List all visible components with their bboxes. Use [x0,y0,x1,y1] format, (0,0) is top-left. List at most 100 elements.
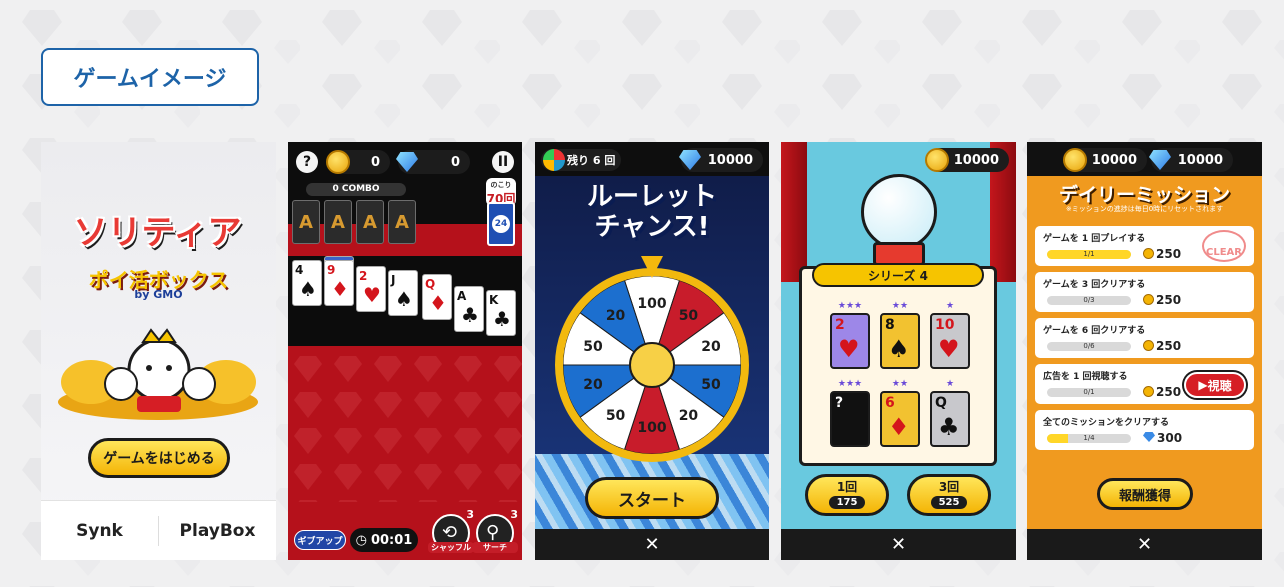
foundation-pile-2[interactable]: A [324,200,352,244]
bottom-controls: ギブアップ ◷ 00:01 ⟲ 3 シャッフル ⚲ 3 サーチ [288,508,522,560]
mission-progress-bar: 0/1 [1047,388,1131,397]
search-button[interactable]: ⚲ 3 サーチ [472,508,518,553]
card-suit-icon: ♠ [888,335,910,363]
gacha-card: ★★ 6 ♦ [880,379,920,447]
pause-button[interactable]: II [492,151,514,173]
card-suit-icon: ♦ [429,291,447,315]
card-rank: J [391,273,396,287]
combo-counter: 0 COMBO [306,183,406,196]
playbox-logo: PlayBox [179,520,256,541]
card-suit-icon: ♣ [461,303,479,327]
draw-three-label: 3回 [938,480,960,494]
claim-reward-button[interactable]: 報酬獲得 [1097,478,1193,510]
shuffle-label: シャッフル [428,542,474,553]
wheel-center-mascot [629,342,675,388]
foundation-pile-3[interactable]: A [356,200,384,244]
tableau-card[interactable]: 4 ♠ [292,260,322,306]
close-button[interactable]: ✕ [781,529,1016,560]
gem-counter: 0 [396,150,470,174]
screenshot-solitaire-gameplay: ? 0 0 II 0 COMBO A A A A のこり 70回 24 4 ♠ 9 ♦… [288,142,522,560]
roulette-wheel[interactable]: 1005020502010050205020 [555,268,749,462]
mission-item: ゲームを 6 回クリアする 0/6 250 [1035,318,1254,358]
foundation-pile-4[interactable]: A [388,200,416,244]
close-button[interactable]: ✕ [1027,529,1262,560]
gem-amount: 10000 [707,152,753,168]
start-game-button[interactable]: ゲームをはじめる [88,438,230,478]
wheel-value-label: 50 [701,377,721,393]
gem-amount: 10000 [1177,152,1223,168]
card-suit-icon: ♥ [363,283,381,307]
coin-icon [925,148,949,172]
wheel-value-label: 20 [701,339,721,355]
draw-once-button[interactable]: 1回 175 [805,474,889,516]
tableau-card[interactable]: A ♣ [454,286,484,332]
mission-reward-amount: 250 [1156,385,1182,399]
giveup-button[interactable]: ギブアップ [294,530,346,550]
foundation-pile-1[interactable]: A [292,200,320,244]
curtain-left [781,142,807,282]
mission-progress-text: 1/4 [1083,434,1095,442]
gacha-card: ★★★? [830,379,870,447]
coin-icon [1063,148,1087,172]
mission-reward-amount: 250 [1156,247,1182,261]
card-rank: 8 [885,317,895,333]
card-rank: Q [935,395,947,411]
mission-reward-amount: 250 [1156,293,1182,307]
wheel-value-label: 20 [583,377,603,393]
tableau-card[interactable]: 9 ♦ [324,260,354,306]
gacha-card: ★★★ 2 ♥ [830,301,870,369]
search-label: サーチ [472,542,518,553]
mission-title: 全てのミッションをクリアする [1043,418,1170,428]
card-suit-icon: ♥ [938,335,960,363]
screenshot-roulette-chance: 残り 6 回 10000 ルーレット チャンス! 100 50 20 50 20 100 5… [535,142,769,560]
close-button[interactable]: ✕ [535,529,769,560]
watch-ad-button[interactable]: ▶ 視聴 [1184,372,1246,398]
gacha-machine-globe [861,174,937,250]
mission-reward: 250 [1143,247,1181,261]
series-panel: シリーズ 4 ★★★ 2 ♥ ★★ 8 ♠ ★ 10 ♥ ★★★? ★★ 6 ♦ ★ Q ♣ [799,263,997,466]
coin-amount: 10000 [953,152,999,168]
gacha-card: ★ Q ♣ [930,379,970,447]
card-rank: A [457,289,467,303]
gem-icon [679,150,701,170]
coin-amount: 0 [370,154,380,170]
card-rank: ? [835,395,844,411]
gem-amount: 0 [450,154,460,170]
watch-ad-label: 視聴 [1207,378,1232,393]
gem-icon [1149,150,1171,170]
footer-logos: Synk PlayBox [41,500,276,560]
wheel-value-label: 20 [606,308,626,324]
card-rank: 2 [359,269,368,283]
tableau-card[interactable]: J ♠ [388,270,418,316]
mission-reward: 250 [1143,293,1181,307]
spin-start-button[interactable]: スタート [585,477,719,519]
wheel-value-label: 50 [679,308,699,324]
coin-icon [1143,248,1154,259]
mission-progress-text: 1/1 [1083,250,1095,258]
mission-progress-bar: 0/6 [1047,342,1131,351]
stock-deck[interactable]: 24 [487,202,515,246]
wheel-value-label: 50 [606,408,626,424]
mission-item: 全てのミッションをクリアする 1/4 300 [1035,410,1254,450]
mission-progress-bar: 0/3 [1047,296,1131,305]
remaining-spins-text: 残り 6 回 [567,154,616,167]
daily-mission-title: デイリーミッション [1058,184,1230,206]
screenshot-daily-mission: 10000 10000 デイリーミッション ※ミッションの進捗は毎日0時にリセッ… [1027,142,1262,560]
wheel-value-label: 50 [583,339,603,355]
wheel-value-label: 100 [637,420,666,436]
gem-counter: 10000 [1149,148,1233,172]
tableau-card[interactable]: 2 ♥ [356,266,386,312]
help-button[interactable]: ? [296,151,318,173]
tableau-card[interactable]: Q ♦ [422,274,452,320]
screenshot-card-gacha: 10000 シリーズ 4 ★★★ 2 ♥ ★★ 8 ♠ ★ 10 ♥ ★★★? ★★ 6 ♦ ★ Q ♣ 1回… [781,142,1016,560]
shuffle-button[interactable]: ⟲ 3 シャッフル [428,508,474,553]
card-rank: 2 [835,317,845,333]
tableau-card[interactable]: K ♣ [486,290,516,336]
remaining-spins: 残り 6 回 [541,149,621,171]
gacha-card: ★ 10 ♥ [930,301,970,369]
clear-stamp: CLEAR [1202,230,1246,262]
card-rank: 6 [885,395,895,411]
roulette-title-line1: ルーレット [586,182,717,212]
draw-three-button[interactable]: 3回 525 [907,474,991,516]
card-rank: Q [425,277,436,291]
